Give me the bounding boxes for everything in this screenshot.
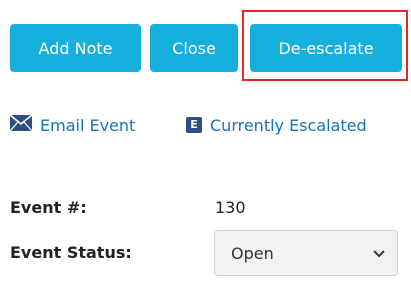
event-number-label: Event #: [10,198,87,217]
close-button[interactable]: Close [150,24,238,72]
email-event-label: Email Event [40,115,136,135]
chevron-down-icon [373,250,385,258]
event-status-select[interactable]: Open [214,230,398,276]
escalated-badge-icon: E [186,117,202,133]
currently-escalated-link[interactable]: E Currently Escalated [186,114,367,136]
event-status-label: Event Status: [10,243,132,262]
event-status-value: Open [231,243,274,263]
de-escalate-button[interactable]: De-escalate [250,24,402,72]
currently-escalated-label: Currently Escalated [210,115,367,135]
add-note-button[interactable]: Add Note [10,24,141,72]
event-number-value: 130 [215,198,246,217]
envelope-icon [9,114,33,135]
email-event-link[interactable]: Email Event [9,114,136,136]
